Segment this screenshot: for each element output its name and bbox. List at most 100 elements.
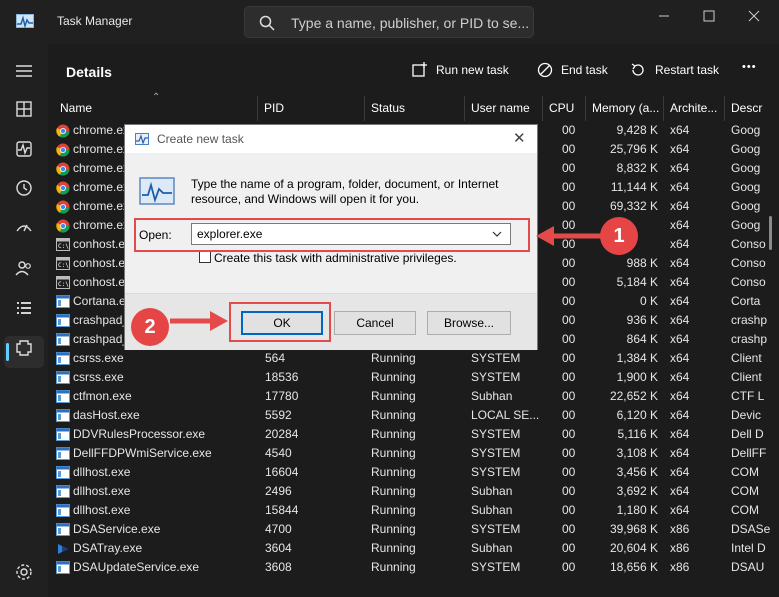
cell-arch: x64 (670, 332, 690, 346)
cell-mem: 39,968 K (609, 522, 658, 536)
cell-cpu: 00 (562, 560, 576, 574)
restart-task-button[interactable]: Restart task (630, 62, 720, 80)
cell-arch: x64 (670, 256, 690, 270)
cell-cpu: 00 (562, 427, 576, 441)
cell-desc: Goog (731, 199, 761, 213)
cell-arch: x64 (670, 370, 690, 384)
app-window-icon (56, 295, 70, 308)
cell-mem: 11,144 K (610, 180, 658, 194)
cell-cpu: 00 (562, 351, 576, 365)
app-window-icon (56, 428, 70, 441)
cell-mem: 3,108 K (616, 446, 658, 460)
column-header-status[interactable]: Status (365, 96, 465, 121)
cell-mem: 3,456 K (616, 465, 658, 479)
cell-status: Running (371, 465, 416, 479)
maximize-icon[interactable] (700, 8, 720, 24)
table-row[interactable]: DSAUpdateService.exe 3608 Running SYSTEM 00 1… (48, 558, 779, 577)
tray-app-icon (56, 542, 70, 555)
title-bar: Task Manager Type a name, publisher, or … (0, 0, 779, 44)
restart-task-icon (631, 63, 644, 76)
cell-name: crashpad_ (73, 313, 130, 327)
cell-arch: x64 (670, 408, 690, 422)
cell-name: crashpad_ (73, 332, 130, 346)
cancel-button[interactable]: Cancel (334, 311, 416, 335)
cell-mem: 25,796 K (609, 142, 658, 156)
cell-mem: 936 K (626, 313, 658, 327)
performance-icon[interactable] (14, 139, 34, 159)
search-input[interactable]: Type a name, publisher, or PID to se... (244, 6, 534, 38)
cell-cpu: 00 (562, 313, 576, 327)
processes-icon[interactable] (14, 99, 34, 119)
highlight-box-ok-button (229, 302, 331, 342)
svg-text:C:\: C:\ (58, 262, 69, 269)
table-row[interactable]: DSATray.exe 3604 Running Subhan 00 20,604 K x8… (48, 539, 779, 558)
cell-user: Subhan (471, 541, 513, 555)
column-header-user-name[interactable]: User name (465, 96, 543, 121)
hamburger-icon[interactable] (14, 61, 34, 81)
svg-text:C:\: C:\ (58, 281, 69, 288)
column-header-cpu[interactable]: CPU (543, 96, 586, 121)
cell-mem: 5,184 K (616, 275, 658, 289)
cell-pid: 4700 (265, 522, 292, 536)
cell-name: DDVRulesProcessor.exe (73, 427, 206, 441)
cell-desc: DSASe (731, 522, 771, 536)
table-row[interactable]: dllhost.exe 16604 Running SYSTEM 00 3,456 K x6… (48, 463, 779, 482)
dialog-close-icon[interactable]: ✕ (513, 129, 526, 147)
app-window-icon (56, 447, 70, 460)
cell-mem: 20,604 K (609, 541, 658, 555)
cell-desc: COM (731, 465, 759, 479)
admin-privileges-checkbox[interactable] (199, 251, 211, 263)
cell-name: csrss.exe (73, 370, 124, 384)
cell-desc: Goog (731, 142, 761, 156)
dialog-description: Type the name of a program, folder, docu… (191, 177, 499, 206)
cell-arch: x64 (670, 218, 690, 232)
cell-arch: x86 (670, 522, 690, 536)
column-header-description[interactable]: Descr (725, 96, 779, 121)
column-header-architecture[interactable]: Archite... (664, 96, 725, 121)
annotation-arrow-left (536, 226, 604, 246)
cell-cpu: 00 (562, 446, 576, 460)
more-options-button[interactable]: ••• (742, 61, 757, 73)
run-new-task-button[interactable]: Run new task (412, 62, 510, 80)
sort-ascending-icon: ⌃ (152, 92, 161, 103)
cell-user: SYSTEM (471, 446, 521, 460)
cell-user: SYSTEM (471, 560, 521, 574)
cell-pid: 15844 (265, 503, 299, 517)
scrollbar-thumb[interactable] (769, 216, 772, 250)
table-row[interactable]: ctfmon.exe 17780 Running Subhan 00 22,652 K x6… (48, 387, 779, 406)
settings-icon[interactable] (14, 562, 34, 582)
cell-pid: 18536 (265, 370, 299, 384)
table-row[interactable]: DSAService.exe 4700 Running SYSTEM 00 39,968 … (48, 520, 779, 539)
close-icon[interactable] (745, 8, 765, 24)
table-row[interactable]: DellFFDPWmiService.exe 4540 Running SYSTEM 0… (48, 444, 779, 463)
cell-user: SYSTEM (471, 522, 521, 536)
dialog-title: Create new task (157, 132, 244, 146)
users-icon[interactable] (14, 258, 34, 278)
app-window-icon (56, 352, 70, 365)
table-row[interactable]: dllhost.exe 15844 Running Subhan 00 1,180 K x6… (48, 501, 779, 520)
cell-name: dllhost.exe (73, 503, 131, 517)
app-history-icon[interactable] (14, 178, 34, 198)
step-1-badge: 1 (600, 217, 638, 255)
cell-arch: x64 (670, 180, 690, 194)
table-row[interactable]: DDVRulesProcessor.exe 20284 Running SYSTEM 0… (48, 425, 779, 444)
table-row[interactable]: csrss.exe 18536 Running SYSTEM 00 1,900 K x64 C… (48, 368, 779, 387)
details-icon[interactable] (14, 298, 34, 318)
cell-desc: Client (731, 351, 762, 365)
search-icon (259, 15, 275, 31)
minimize-icon[interactable] (655, 8, 675, 24)
cell-arch: x64 (670, 503, 690, 517)
cell-pid: 17780 (265, 389, 299, 403)
startup-apps-icon[interactable] (14, 218, 34, 238)
cell-arch: x64 (670, 351, 690, 365)
table-row[interactable]: csrss.exe 564 Running SYSTEM 00 1,384 K x64 Cli… (48, 349, 779, 368)
table-row[interactable]: dasHost.exe 5592 Running LOCAL SE... 00 6,120… (48, 406, 779, 425)
column-header-memory[interactable]: Memory (a... (586, 96, 664, 121)
run-dialog-icon (135, 133, 149, 145)
column-header-pid[interactable]: PID (258, 96, 365, 121)
browse-button[interactable]: Browse... (427, 311, 511, 335)
services-icon[interactable] (14, 338, 34, 358)
end-task-button[interactable]: End task (537, 62, 609, 80)
cell-status: Running (371, 427, 416, 441)
table-row[interactable]: dllhost.exe 2496 Running Subhan 00 3,692 K x64… (48, 482, 779, 501)
